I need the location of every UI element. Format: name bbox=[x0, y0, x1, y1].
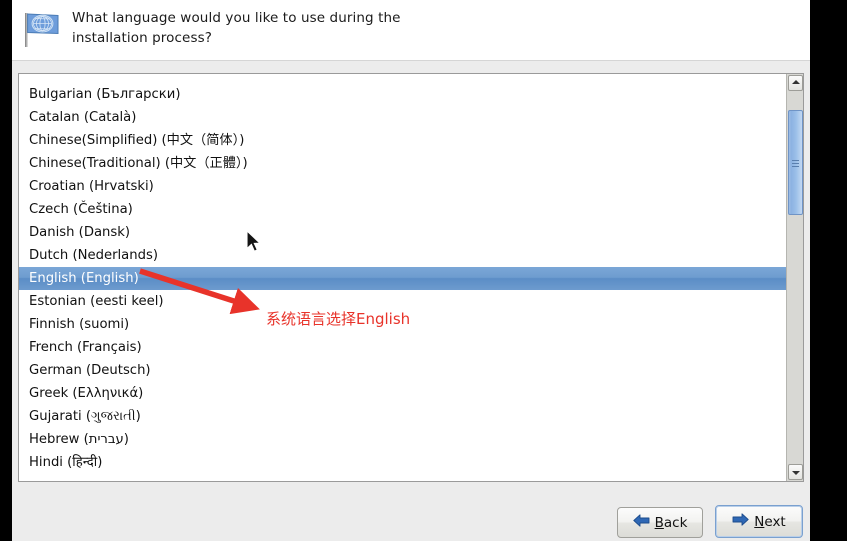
back-button-label: Back bbox=[632, 514, 688, 531]
prompt-line-2: installation process? bbox=[72, 30, 212, 46]
language-list-item[interactable]: Gujarati (ગુજરાતી) bbox=[19, 405, 786, 428]
language-list-item[interactable]: Danish (Dansk) bbox=[19, 221, 786, 244]
scroll-down-icon[interactable] bbox=[788, 464, 803, 480]
grip-line bbox=[792, 166, 799, 167]
grip-line bbox=[792, 163, 799, 164]
language-list-item[interactable]: German (Deutsch) bbox=[19, 359, 786, 382]
chevron-down-icon bbox=[791, 471, 800, 475]
back-rest: ack bbox=[663, 515, 688, 531]
language-list-item[interactable]: English (English) bbox=[19, 267, 786, 290]
un-flag-icon bbox=[25, 13, 59, 47]
vertical-scrollbar[interactable] bbox=[786, 74, 803, 481]
grip-line bbox=[792, 160, 799, 161]
prompt-line-1: What language would you like to use duri… bbox=[72, 10, 401, 26]
language-list-item[interactable]: Chinese(Traditional) (中文（正體）) bbox=[19, 152, 786, 175]
language-list-scrollarea[interactable]: Bulgarian (Български) Catalan (Català) Chi… bbox=[19, 74, 786, 481]
next-button-label: Next bbox=[732, 513, 786, 530]
back-button[interactable]: Back bbox=[617, 507, 703, 538]
scroll-up-icon[interactable] bbox=[788, 75, 803, 91]
header-bar: What language would you like to use duri… bbox=[12, 0, 810, 61]
language-list-item[interactable]: Bulgarian (Български) bbox=[19, 83, 786, 106]
arrow-left-icon bbox=[632, 514, 650, 527]
arrow-cursor bbox=[246, 230, 262, 252]
language-list-item[interactable]: Hindi (हिन्दी) bbox=[19, 451, 786, 474]
language-list-item[interactable]: Chinese(Simplified) (中文（简体）) bbox=[19, 129, 786, 152]
language-listbox[interactable]: Bulgarian (Български) Catalan (Català) Chi… bbox=[18, 73, 804, 482]
language-list-item[interactable]: Croatian (Hrvatski) bbox=[19, 175, 786, 198]
next-mnemonic: N bbox=[754, 514, 765, 530]
language-list-item[interactable]: Czech (Čeština) bbox=[19, 198, 786, 221]
language-list-item[interactable]: Hebrew (עברית) bbox=[19, 428, 786, 451]
chevron-up-icon bbox=[791, 80, 800, 84]
installer-window: What language would you like to use duri… bbox=[12, 0, 810, 541]
arrow-right-icon bbox=[732, 513, 749, 526]
page-title: What language would you like to use duri… bbox=[72, 8, 592, 48]
language-list-item[interactable]: Estonian (eesti keel) bbox=[19, 290, 786, 313]
scrollbar-thumb[interactable] bbox=[788, 110, 803, 215]
back-mnemonic: B bbox=[654, 515, 664, 531]
next-rest: ext bbox=[764, 514, 786, 530]
language-list-item[interactable]: Dutch (Nederlands) bbox=[19, 244, 786, 267]
language-list-item[interactable]: Greek (Ελληνικά) bbox=[19, 382, 786, 405]
language-list-item[interactable]: French (Français) bbox=[19, 336, 786, 359]
next-button[interactable]: Next bbox=[715, 505, 803, 538]
language-list-item[interactable]: Finnish (suomi) bbox=[19, 313, 786, 336]
language-list-items: Bulgarian (Български) Catalan (Català) Chi… bbox=[19, 74, 786, 474]
language-list-item[interactable]: Catalan (Català) bbox=[19, 106, 786, 129]
